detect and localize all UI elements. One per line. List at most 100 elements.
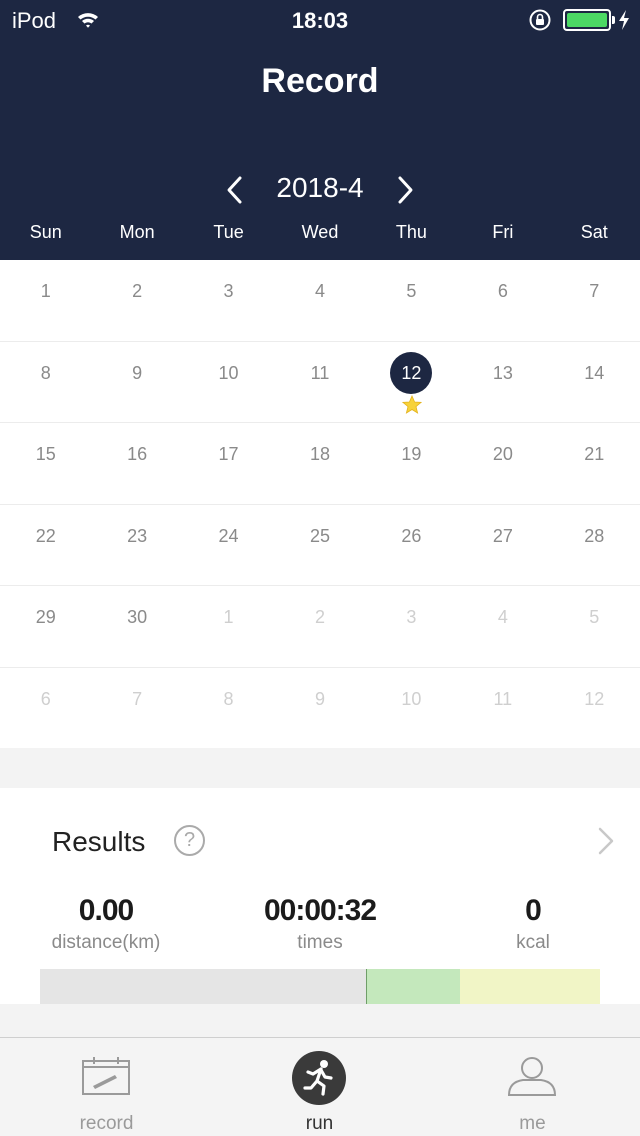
calendar-day[interactable]: 9 <box>91 342 182 423</box>
tab-record-label: record <box>79 1113 134 1134</box>
month-label: 2018-4 <box>276 172 364 203</box>
calendar-day[interactable]: 19 <box>366 423 457 504</box>
calendar-day[interactable]: 12 <box>549 668 640 749</box>
calendar-day[interactable]: 1 <box>183 586 274 667</box>
weekday-header: Sun Mon Tue Wed Thu Fri Sat <box>0 222 640 246</box>
tab-run[interactable]: run <box>213 1038 426 1136</box>
month-navigator: 2018-4 <box>0 170 640 210</box>
calendar-week-row: 22 23 24 25 26 27 28 <box>0 505 640 586</box>
calendar-day[interactable]: 2 <box>274 586 365 667</box>
calendar-day[interactable]: 4 <box>274 260 365 341</box>
calendar-day[interactable]: 6 <box>0 668 91 749</box>
calendar-day-number: 7 <box>132 688 143 709</box>
calendar-day[interactable]: 17 <box>183 423 274 504</box>
calendar-day[interactable]: 30 <box>91 586 182 667</box>
calendar-day-number: 10 <box>218 362 239 383</box>
calendar-day-number: 2 <box>132 281 143 301</box>
calendar-day-number: 20 <box>492 444 513 464</box>
calendar-day-number: 1 <box>223 607 234 627</box>
charging-icon <box>619 10 629 30</box>
calendar-day-number: 29 <box>35 607 56 627</box>
calendar-day[interactable]: 5 <box>366 260 457 341</box>
calendar-day[interactable]: 29 <box>0 586 91 667</box>
calendar-day[interactable]: 22 <box>0 505 91 586</box>
calendar-day-number: 14 <box>584 362 605 383</box>
calendar-day[interactable]: 1 <box>0 260 91 341</box>
calendar-day[interactable]: 25 <box>274 505 365 586</box>
help-icon[interactable]: ? <box>174 825 205 856</box>
calendar-day-number: 11 <box>310 362 330 383</box>
calendar-day-number: 15 <box>35 444 56 464</box>
calendar-day[interactable]: 24 <box>183 505 274 586</box>
calendar-day[interactable]: 21 <box>549 423 640 504</box>
calendar-day-number: 24 <box>218 525 239 546</box>
calendar-day[interactable]: 11 <box>274 342 365 423</box>
calendar-day-selected[interactable]: 12 <box>366 342 457 423</box>
calendar-day[interactable]: 16 <box>91 423 182 504</box>
tab-me[interactable]: me <box>426 1038 639 1136</box>
calendar-day-number: 3 <box>223 281 234 301</box>
calendar-day[interactable]: 3 <box>183 260 274 341</box>
results-title: Results <box>52 826 146 857</box>
calendar-day[interactable]: 2 <box>91 260 182 341</box>
time-stat: 00:00:32 times <box>220 894 420 954</box>
calendar-day[interactable]: 20 <box>457 423 548 504</box>
calendar-week-row: 29 30 1 2 3 4 5 <box>0 586 640 668</box>
calendar-day-number: 11 <box>493 688 513 709</box>
calendar-day[interactable]: 18 <box>274 423 365 504</box>
calendar-day[interactable]: 27 <box>457 505 548 586</box>
chevron-right-icon[interactable] <box>597 826 615 856</box>
tab-record[interactable]: record <box>0 1038 213 1136</box>
calendar-day[interactable]: 5 <box>549 586 640 667</box>
calendar-day[interactable]: 11 <box>457 668 548 749</box>
status-bar: iPod 18:03 <box>0 0 640 40</box>
kcal-stat: 0 kcal <box>433 894 633 954</box>
calendar-day-number: 8 <box>223 688 234 709</box>
calendar-day[interactable]: 23 <box>91 505 182 586</box>
calendar-day-number: 7 <box>589 281 600 301</box>
calendar-day[interactable]: 10 <box>183 342 274 423</box>
weekday-label: Sun <box>29 222 62 242</box>
calendar-day-number: 12 <box>584 688 605 709</box>
time-label: times <box>297 932 343 953</box>
weekday-label: Thu <box>395 222 427 242</box>
next-month-icon[interactable] <box>388 174 420 206</box>
calendar-day[interactable]: 6 <box>457 260 548 341</box>
calendar-day[interactable]: 13 <box>457 342 548 423</box>
calendar-day-number: 12 <box>390 351 433 394</box>
calendar-week-row: 6 7 8 9 10 11 12 <box>0 668 640 750</box>
calendar-day[interactable]: 14 <box>549 342 640 423</box>
progress-segment <box>460 969 600 1004</box>
calendar-day-number: 1 <box>40 281 51 301</box>
tab-run-label: run <box>305 1113 334 1134</box>
calendar-day-number: 9 <box>314 688 325 709</box>
calendar-day-number: 9 <box>132 362 143 383</box>
calendar-day[interactable]: 10 <box>366 668 457 749</box>
calendar-day-number: 2 <box>314 607 325 627</box>
progress-segment <box>366 969 460 1004</box>
calendar-day-number: 27 <box>492 525 513 546</box>
calendar-day[interactable]: 4 <box>457 586 548 667</box>
calendar-day[interactable]: 3 <box>366 586 457 667</box>
calendar-day-number: 17 <box>218 444 239 464</box>
kcal-label: kcal <box>516 932 550 953</box>
calendar-day-number: 4 <box>314 281 325 301</box>
calendar-day-number: 25 <box>309 525 330 546</box>
calendar-day-number: 13 <box>492 362 513 383</box>
calendar-day-number: 30 <box>127 607 148 627</box>
calendar-week-row: 8 9 10 11 12 13 14 <box>0 342 640 423</box>
calendar-day[interactable]: 8 <box>0 342 91 423</box>
weekday-label: Mon <box>119 222 155 242</box>
calendar-day-number: 3 <box>406 607 417 627</box>
calendar-day[interactable]: 26 <box>366 505 457 586</box>
calendar-day[interactable]: 7 <box>91 668 182 749</box>
calendar-week-row: 15 16 17 18 19 20 21 <box>0 423 640 505</box>
calendar-day[interactable]: 15 <box>0 423 91 504</box>
results-card: Results ? 0.00 distance(km) 00:00:32 tim… <box>0 788 640 1004</box>
calendar-day[interactable]: 28 <box>549 505 640 586</box>
calendar-day[interactable]: 9 <box>274 668 365 749</box>
calendar-day[interactable]: 7 <box>549 260 640 341</box>
calendar-day-number: 19 <box>401 444 422 464</box>
calendar-day[interactable]: 8 <box>183 668 274 749</box>
distance-stat: 0.00 distance(km) <box>6 894 206 954</box>
